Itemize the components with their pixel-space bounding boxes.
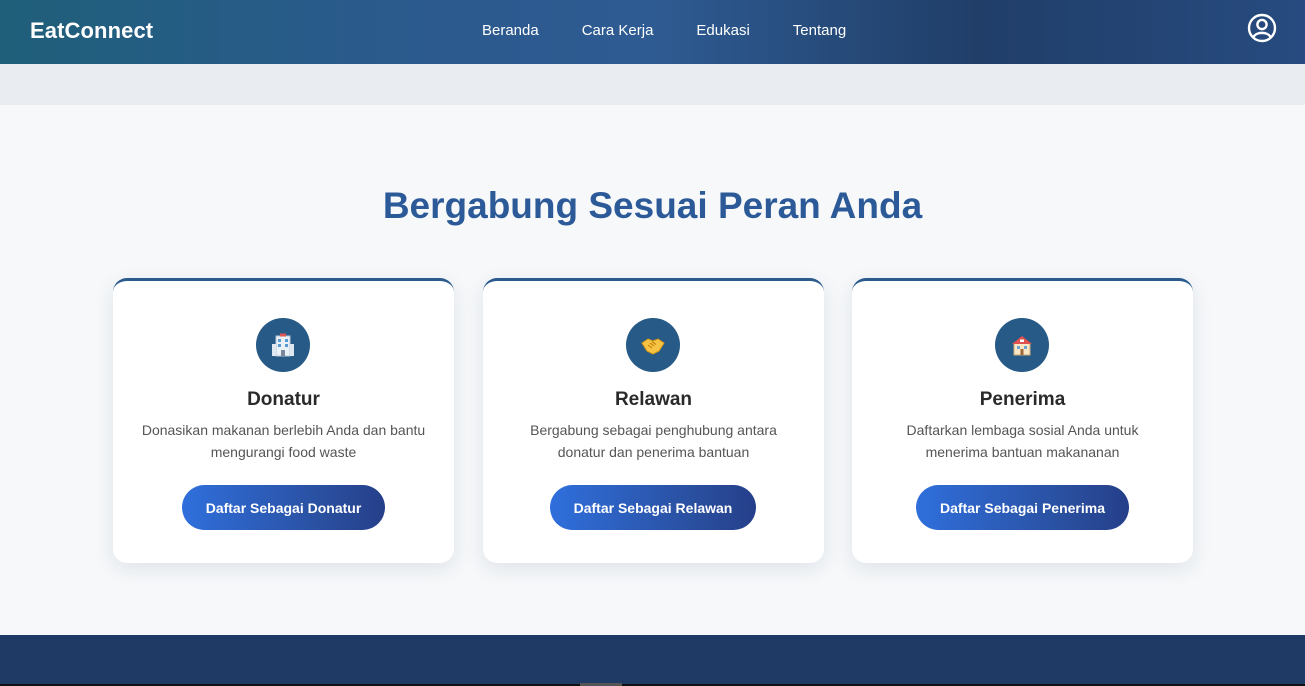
card-title: Donatur (247, 389, 320, 410)
card-description-line: Daftarkan lembaga sosial Anda untuk (906, 422, 1139, 438)
card-description: Bergabung sebagai penghubung antara dona… (503, 419, 804, 463)
brand-logo[interactable]: EatConnect (30, 18, 153, 44)
footer (0, 635, 1305, 686)
card-description-line: Bergabung sebagai penghubung antara (530, 422, 777, 438)
handshake-icon (626, 318, 680, 372)
nav-link-beranda[interactable]: Beranda (482, 22, 539, 39)
section-title: Bergabung Sesuai Peran Anda (382, 185, 923, 226)
register-relawan-button[interactable]: Daftar Sebagai Relawan (550, 485, 756, 530)
card-description-line: donatur dan penerima bantuan (557, 444, 750, 460)
user-circle-icon[interactable] (1246, 12, 1278, 44)
card-description-line: Donasikan makanan berlebih Anda dan bant… (141, 422, 426, 438)
card-title: Relawan (614, 389, 693, 410)
office-building-icon (256, 318, 310, 372)
nav-link-tentang[interactable]: Tentang (793, 22, 846, 39)
card-title: Penerima (979, 389, 1066, 410)
card-description-line: mengurangi food waste (210, 444, 357, 460)
nav-links: Beranda Cara Kerja Edukasi Tentang (482, 22, 889, 39)
card-description-line: menerima bantuan makananan (925, 444, 1120, 460)
card-relawan: Relawan Bergabung sebagai penghubung ant… (483, 278, 824, 563)
nav-link-edukasi[interactable]: Edukasi (696, 22, 749, 39)
card-description: Donasikan makanan berlebih Anda dan bant… (133, 419, 434, 463)
hero-bottom-band (0, 64, 1305, 105)
register-penerima-button[interactable]: Daftar Sebagai Penerima (916, 485, 1129, 530)
register-donatur-button[interactable]: Daftar Sebagai Donatur (182, 485, 385, 530)
house-icon (995, 318, 1049, 372)
roles-section: Bergabung Sesuai Peran Anda Donatur Dona… (0, 105, 1305, 635)
card-description: Daftarkan lembaga sosial Anda untuk mene… (872, 419, 1173, 463)
card-penerima: Penerima Daftarkan lembaga sosial Anda u… (852, 278, 1193, 563)
card-donatur: Donatur Donasikan makanan berlebih Anda … (113, 278, 454, 563)
nav-link-cara-kerja[interactable]: Cara Kerja (582, 22, 654, 39)
navbar: EatConnect Beranda Cara Kerja Edukasi Te… (0, 0, 1305, 64)
